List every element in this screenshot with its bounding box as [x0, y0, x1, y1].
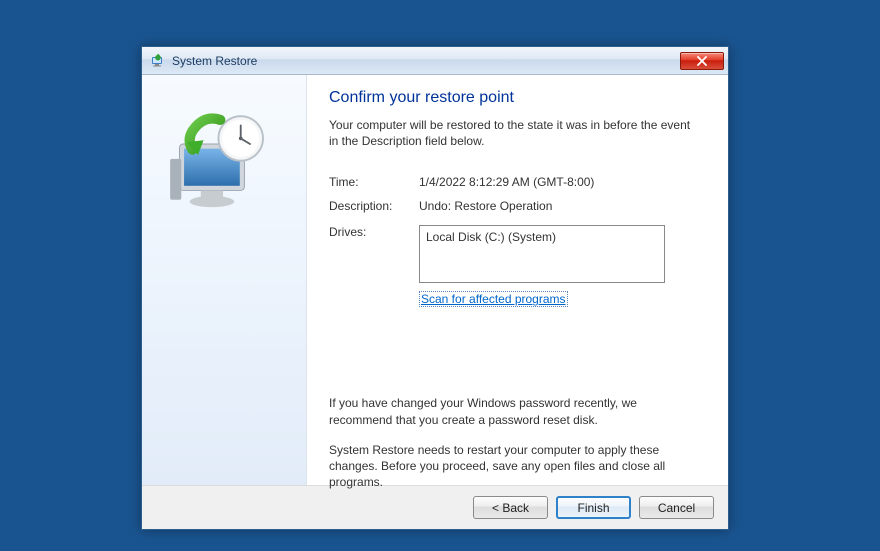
back-button[interactable]: < Back — [473, 496, 548, 519]
sidebar — [142, 75, 307, 485]
finish-button[interactable]: Finish — [556, 496, 631, 519]
body: Confirm your restore point Your computer… — [142, 75, 728, 485]
drives-listbox[interactable]: Local Disk (C:) (System) — [419, 225, 665, 283]
time-row: Time: 1/4/2022 8:12:29 AM (GMT-8:00) — [329, 175, 702, 189]
drive-item[interactable]: Local Disk (C:) (System) — [426, 230, 658, 244]
titlebar: System Restore — [142, 47, 728, 75]
description-row: Description: Undo: Restore Operation — [329, 199, 702, 213]
content: Confirm your restore point Your computer… — [307, 75, 728, 485]
scan-affected-programs-link[interactable]: Scan for affected programs — [419, 291, 568, 307]
system-restore-icon — [150, 53, 166, 69]
password-note: If you have changed your Windows passwor… — [329, 395, 702, 427]
cancel-button[interactable]: Cancel — [639, 496, 714, 519]
intro-text: Your computer will be restored to the st… — [329, 117, 702, 149]
time-label: Time: — [329, 175, 419, 189]
system-restore-window: System Restore — [141, 46, 729, 530]
footer: < Back Finish Cancel — [142, 485, 728, 529]
window-title: System Restore — [172, 54, 680, 68]
close-button[interactable] — [680, 52, 724, 70]
close-icon — [697, 56, 707, 66]
restore-illustration-icon — [159, 105, 289, 235]
page-heading: Confirm your restore point — [329, 89, 702, 107]
time-value: 1/4/2022 8:12:29 AM (GMT-8:00) — [419, 175, 594, 189]
drives-label: Drives: — [329, 225, 419, 283]
description-value: Undo: Restore Operation — [419, 199, 552, 213]
description-label: Description: — [329, 199, 419, 213]
drives-row: Drives: Local Disk (C:) (System) — [329, 225, 702, 283]
restart-note: System Restore needs to restart your com… — [329, 442, 702, 491]
